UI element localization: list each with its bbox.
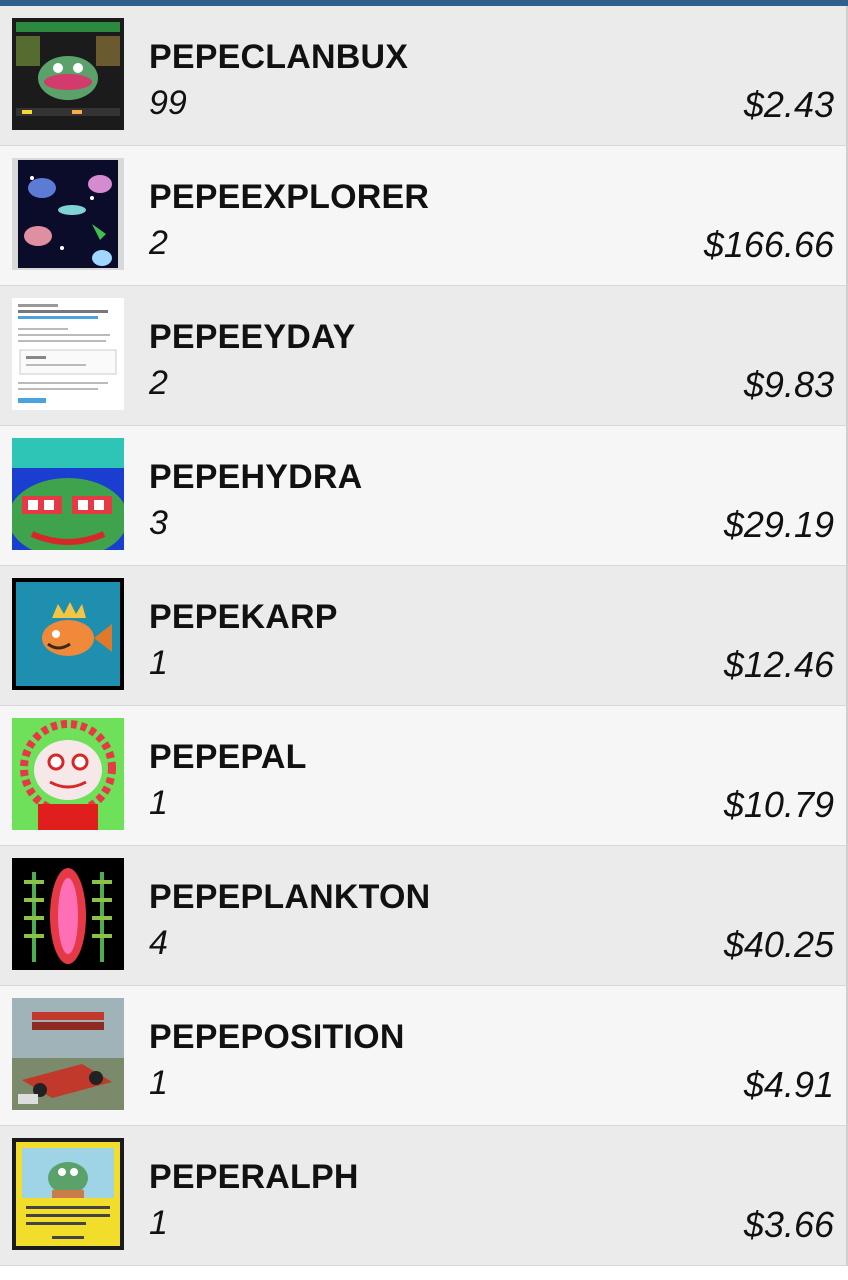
asset-row[interactable]: PEPEPOSITION 1 $4.91 <box>0 986 848 1126</box>
asset-quantity: 1 <box>149 1064 168 1102</box>
pepeclanbux-card-image <box>12 18 124 130</box>
asset-name: PEPEPOSITION <box>149 1018 405 1056</box>
asset-row[interactable]: PEPEHYDRA 3 $29.19 <box>0 426 848 566</box>
asset-row[interactable]: PEPEEXPLORER 2 $166.66 <box>0 146 848 286</box>
pepehydra-card-image <box>12 438 124 550</box>
asset-price: $4.91 <box>743 1064 834 1105</box>
asset-name: PEPEKARP <box>149 598 338 636</box>
asset-quantity: 1 <box>149 784 168 822</box>
pepeposition-card-image <box>12 998 124 1110</box>
asset-price: $10.79 <box>723 784 834 825</box>
asset-list: PEPECLANBUX 99 $2.43 PEPEEXPLORER 2 $166… <box>0 6 848 1266</box>
asset-name: PEPEEXPLORER <box>149 178 430 216</box>
asset-row[interactable]: PEPERALPH 1 $3.66 <box>0 1126 848 1266</box>
asset-price: $12.46 <box>723 644 834 685</box>
asset-price: $40.25 <box>723 924 834 965</box>
asset-name: PEPEHYDRA <box>149 458 363 496</box>
asset-price: $2.43 <box>743 84 834 125</box>
asset-price: $9.83 <box>743 364 834 405</box>
pepekarp-card-image <box>12 578 124 690</box>
pepepal-card-image <box>12 718 124 830</box>
asset-row[interactable]: PEPEPAL 1 $10.79 <box>0 706 848 846</box>
asset-quantity: 4 <box>149 924 168 962</box>
pepeeyday-card-image <box>12 298 124 410</box>
asset-quantity: 1 <box>149 1204 168 1242</box>
asset-quantity: 1 <box>149 644 168 682</box>
asset-name: PEPEEYDAY <box>149 318 356 356</box>
asset-price: $166.66 <box>703 224 834 265</box>
asset-name: PEPECLANBUX <box>149 38 409 76</box>
pepeexplorer-card-image <box>12 158 124 270</box>
asset-row[interactable]: PEPEEYDAY 2 $9.83 <box>0 286 848 426</box>
asset-price: $3.66 <box>743 1204 834 1245</box>
asset-row[interactable]: PEPEKARP 1 $12.46 <box>0 566 848 706</box>
pepeplankton-card-image <box>12 858 124 970</box>
asset-quantity: 2 <box>149 224 168 262</box>
asset-name: PEPEPAL <box>149 738 307 776</box>
asset-quantity: 99 <box>149 84 187 122</box>
peperalph-card-image <box>12 1138 124 1250</box>
asset-name: PEPERALPH <box>149 1158 359 1196</box>
asset-row[interactable]: PEPEPLANKTON 4 $40.25 <box>0 846 848 986</box>
asset-name: PEPEPLANKTON <box>149 878 431 916</box>
asset-row[interactable]: PEPECLANBUX 99 $2.43 <box>0 6 848 146</box>
asset-quantity: 3 <box>149 504 168 542</box>
asset-quantity: 2 <box>149 364 168 402</box>
asset-price: $29.19 <box>723 504 834 545</box>
